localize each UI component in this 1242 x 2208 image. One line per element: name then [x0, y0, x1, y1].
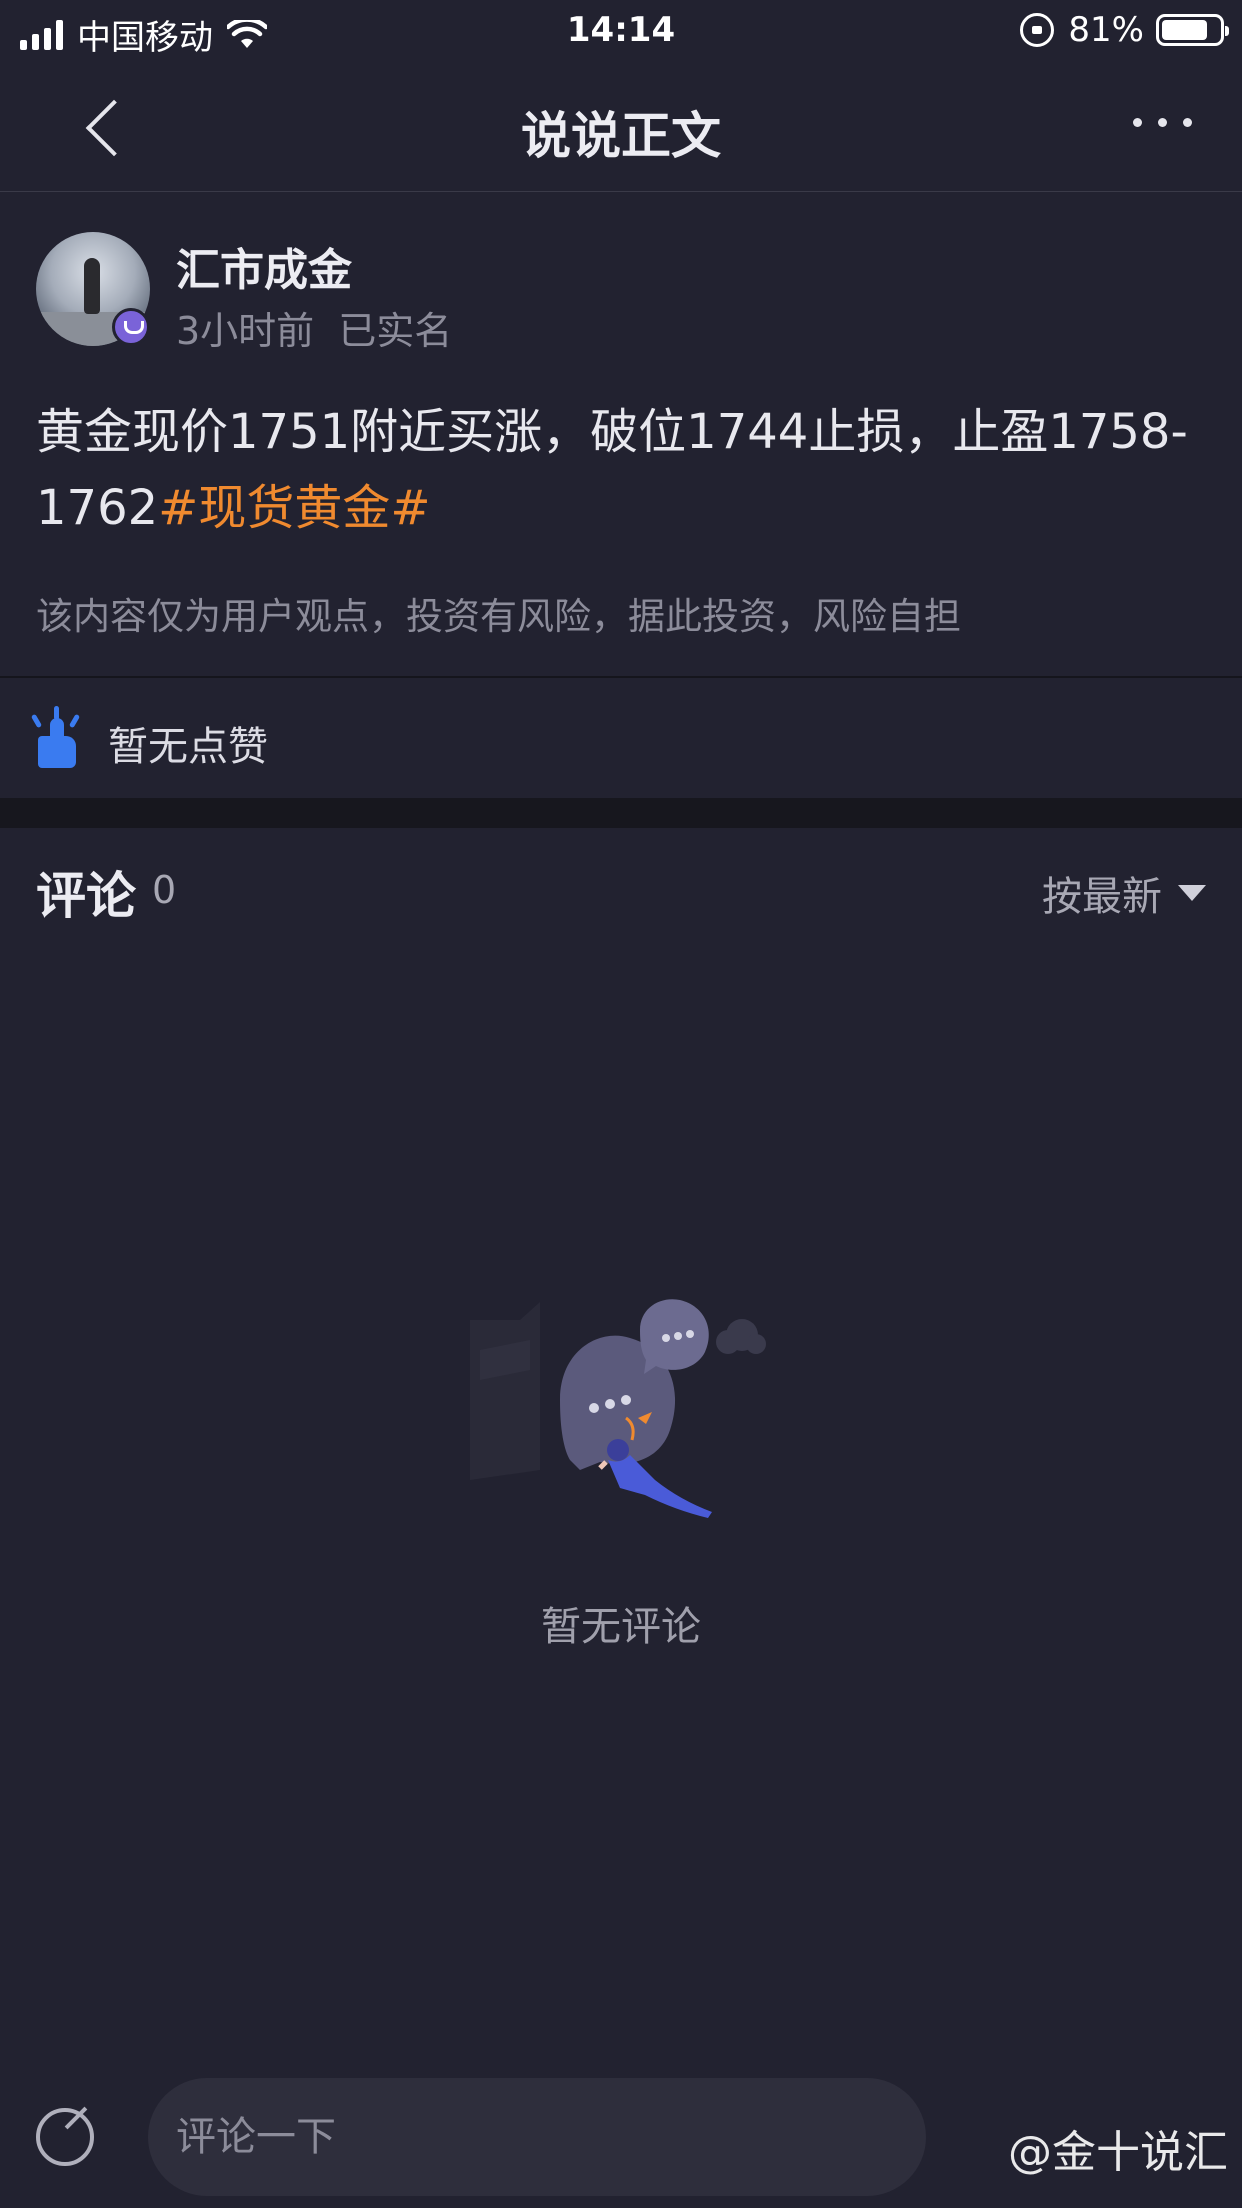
battery-percent: 81% [1068, 10, 1144, 50]
vip-badge-icon [112, 308, 150, 346]
watermark: @金十说汇 [1008, 2127, 1228, 2178]
post-time: 3小时前 [176, 309, 315, 353]
verified-label: 已实名 [338, 309, 453, 353]
empty-comments-illustration [470, 1299, 766, 1518]
rotation-lock-icon [1020, 13, 1055, 47]
risk-disclaimer: 该内容仅为用户观点，投资有风险，据此投资，风险自担 [36, 595, 961, 638]
comments-title: 评论 [36, 867, 136, 925]
hashtag-link[interactable]: #现货黄金# [158, 480, 430, 536]
status-bar: 中国移动 14:14 81% [0, 0, 1242, 62]
sort-dropdown[interactable]: 按最新 [1042, 864, 1206, 922]
more-button[interactable] [1133, 118, 1192, 127]
comment-input[interactable] [148, 2078, 926, 2196]
status-bar-right: 81% [1020, 10, 1229, 50]
author-meta: 3小时前 已实名 [176, 300, 452, 355]
bottom-bar: @金十说汇 [0, 2060, 1242, 2208]
thumbs-up-icon [30, 706, 81, 768]
empty-comments-text: 暂无评论 [541, 1604, 701, 1650]
likes-text: 暂无点赞 [108, 724, 268, 770]
more-dots-icon [1133, 118, 1142, 127]
author-name[interactable]: 汇市成金 [176, 234, 352, 298]
section-divider [0, 798, 1242, 828]
comments-count: 0 [152, 868, 177, 912]
page-title: 说说正文 [521, 107, 721, 165]
likes-bar[interactable]: 暂无点赞 [0, 676, 1242, 798]
sort-label: 按最新 [1042, 874, 1162, 920]
nav-bar: 说说正文 [0, 62, 1242, 192]
post-text: 黄金现价1751附近买涨，破位1744止损，止盈1758-1762#现货黄金# [36, 394, 1206, 546]
compose-icon[interactable] [36, 2108, 94, 2166]
caret-down-icon [1178, 885, 1206, 901]
battery-icon [1156, 14, 1229, 46]
comments-header: 评论 0 按最新 [0, 828, 1242, 948]
